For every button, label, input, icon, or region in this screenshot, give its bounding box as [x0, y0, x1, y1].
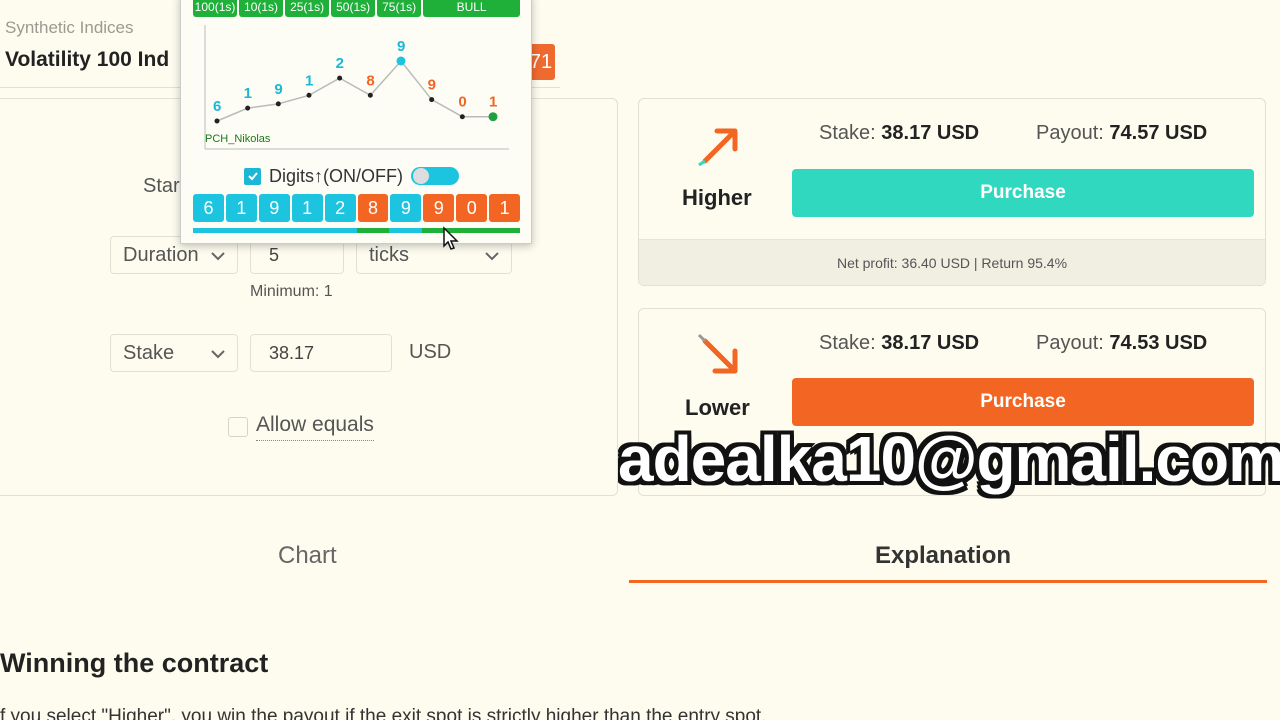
lower-payout-label: Payout:	[1036, 332, 1104, 354]
chart-point-label: 1	[244, 85, 252, 102]
chevron-down-icon	[485, 252, 499, 261]
mouse-cursor-icon	[443, 226, 459, 250]
digits-switch[interactable]	[411, 167, 459, 185]
chart-point-label: 6	[213, 98, 221, 115]
duration-value: 5	[269, 244, 280, 265]
active-tab-indicator	[629, 580, 1267, 583]
chart-point	[488, 112, 498, 122]
digits-checkbox[interactable]	[244, 167, 261, 185]
allow-equals-checkbox[interactable]	[228, 417, 248, 437]
timeframe-tab[interactable]: BULL	[423, 0, 521, 17]
chart-point-label: 9	[274, 81, 282, 98]
chart-point-label: 1	[305, 72, 313, 89]
lower-payout-value: 74.53 USD	[1109, 332, 1208, 354]
chart-point-label: 0	[458, 94, 466, 111]
digit-box: 1	[225, 194, 257, 222]
chart-point	[306, 92, 312, 98]
chart-point	[337, 75, 343, 81]
progress-segment	[323, 228, 357, 233]
chart-point	[275, 101, 281, 107]
timeframe-tab[interactable]: 50(1s)	[331, 0, 376, 17]
digit-box: 1	[489, 194, 521, 222]
chevron-down-icon	[211, 252, 225, 261]
timeframe-tab[interactable]: 100(1s)	[193, 0, 238, 17]
higher-contract-card: Higher Stake: 38.17 USD Payout: 74.57 US…	[638, 98, 1266, 286]
chart-point	[214, 118, 220, 124]
digit-box: 2	[324, 194, 356, 222]
progress-segment	[291, 228, 324, 233]
digits-toggle-label: Digits↑(ON/OFF)	[269, 165, 403, 186]
progress-segment	[225, 228, 259, 233]
checkmark-icon	[247, 172, 258, 181]
explanation-heading: Winning the contract	[0, 648, 269, 678]
stake-type-label: Stake	[123, 341, 175, 364]
chart-point	[459, 114, 465, 120]
digits-series-line	[216, 59, 493, 122]
higher-label: Higher	[682, 185, 752, 210]
higher-payout: Payout: 74.57 USD	[1036, 122, 1207, 145]
digit-box: 9	[258, 194, 290, 222]
email-watermark-overlay: adealka10@gmail.com	[618, 423, 1280, 495]
explanation-paragraph: f you select "Higher", you win the payou…	[0, 706, 767, 720]
chart-point-label: 9	[428, 77, 436, 94]
stake-type-dropdown[interactable]: Stake	[110, 334, 238, 372]
chart-point	[429, 97, 435, 103]
higher-stake: Stake: 38.17 USD	[819, 122, 979, 145]
chart-point-label: 2	[336, 55, 344, 72]
progress-segment	[258, 228, 292, 233]
digits-widget-popup: 100(1s) 10(1s) 25(1s) 50(1s) 75(1s) BULL 6191…	[180, 0, 532, 244]
stake-currency: USD	[409, 341, 452, 363]
higher-payout-value: 74.57 USD	[1109, 122, 1208, 144]
lower-stake-label: Stake:	[819, 332, 876, 354]
chart-point-label: 9	[397, 38, 405, 55]
chart-point-label: 8	[366, 72, 374, 89]
higher-stake-value: 38.17 USD	[881, 122, 980, 144]
higher-purchase-button[interactable]: Purchase	[792, 169, 1254, 217]
higher-stake-label: Stake:	[819, 122, 876, 144]
tab-explanation[interactable]: Explanation	[875, 542, 1011, 570]
stake-input[interactable]: 38.17	[250, 334, 392, 372]
stake-value: 38.17	[269, 342, 315, 363]
market-category: Synthetic Indices	[5, 18, 134, 37]
higher-payout-label: Payout:	[1036, 122, 1104, 144]
digit-box: 9	[423, 194, 455, 222]
timeframe-tab[interactable]: 25(1s)	[285, 0, 330, 17]
last-digits-row: 6191289901	[193, 194, 521, 222]
chart-point-label: 1	[489, 94, 497, 111]
duration-minimum-hint: Minimum: 1	[250, 283, 333, 300]
chart-point	[367, 92, 373, 98]
digit-box: 0	[456, 194, 488, 222]
digit-box: 9	[390, 194, 422, 222]
switch-knob	[413, 168, 429, 184]
digits-progress-bar	[193, 228, 521, 233]
progress-segment	[389, 228, 422, 233]
timeframe-tab[interactable]: 75(1s)	[377, 0, 422, 17]
lower-stake: Stake: 38.17 USD	[819, 332, 979, 355]
digit-box: 8	[357, 194, 389, 222]
lower-payout: Payout: 74.53 USD	[1036, 332, 1207, 355]
progress-segment	[193, 228, 226, 233]
chart-author-label: PCH_Nikolas	[205, 133, 271, 145]
timeframe-tabs: 100(1s) 10(1s) 25(1s) 50(1s) 75(1s) BULL	[193, 0, 521, 17]
timeframe-tab[interactable]: 10(1s)	[239, 0, 284, 17]
chart-point	[396, 56, 406, 66]
progress-segment	[487, 228, 521, 233]
arrow-up-right-icon	[698, 128, 738, 167]
arrow-down-right-icon	[697, 333, 738, 374]
chevron-down-icon	[211, 350, 225, 359]
allow-equals-label[interactable]: Allow equals	[256, 413, 374, 441]
digits-toggle-row[interactable]: Digits↑(ON/OFF)	[244, 165, 459, 187]
digit-box: 1	[291, 194, 323, 222]
digit-box: 6	[193, 194, 224, 222]
duration-unit-label: ticks	[369, 243, 409, 266]
higher-net-profit: Net profit: 36.40 USD | Return 95.4%	[639, 239, 1265, 285]
lower-stake-value: 38.17 USD	[881, 332, 980, 354]
start-label: Star	[143, 175, 180, 197]
market-name: Volatility 100 Ind	[5, 48, 170, 71]
progress-segment	[356, 228, 390, 233]
tab-chart[interactable]: Chart	[278, 542, 337, 570]
chart-point	[245, 105, 251, 111]
duration-type-label: Duration	[123, 243, 199, 266]
